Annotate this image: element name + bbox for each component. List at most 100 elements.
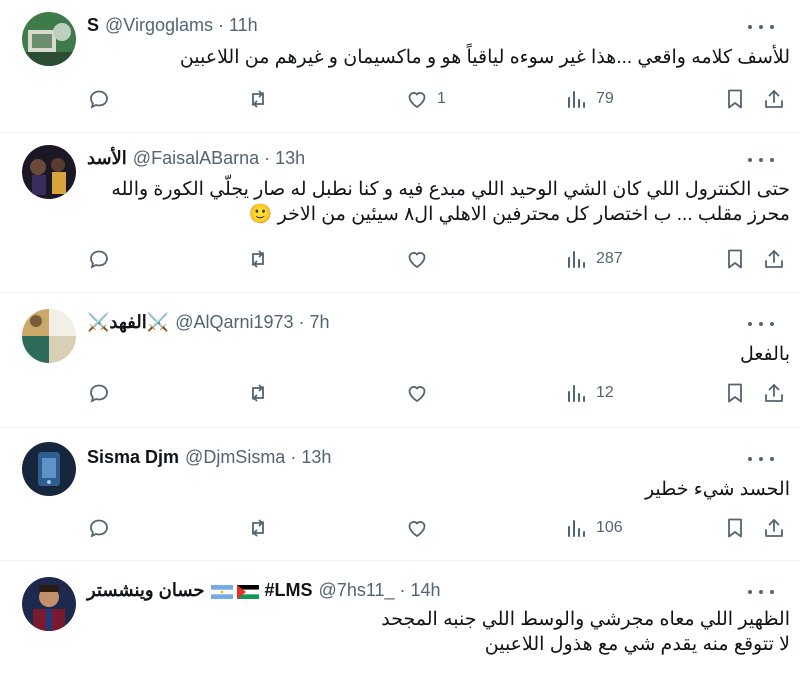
- display-name[interactable]: ⚔️الفهد⚔️: [87, 312, 169, 333]
- tweet-text-line: للأسف كلامه واقعي ...هذا غير سوءه لياقيا…: [179, 47, 790, 68]
- views-icon: [568, 520, 585, 537]
- reply-button[interactable]: [87, 247, 111, 271]
- share-icon: [765, 90, 783, 108]
- reply-button[interactable]: [87, 381, 111, 405]
- more-icon[interactable]: [748, 314, 774, 334]
- argentina-flag-icon: [210, 583, 233, 599]
- view-count: 12: [596, 384, 614, 401]
- more-icon[interactable]: [748, 582, 774, 602]
- avatar[interactable]: [22, 12, 76, 66]
- like-count: 1: [437, 90, 446, 107]
- retweet-button[interactable]: [246, 247, 270, 271]
- bookmark-icon: [728, 89, 742, 109]
- separator-dot: ·: [264, 147, 271, 168]
- display-name[interactable]: الأسد: [87, 148, 127, 169]
- tweet[interactable]: حسان وينشستر #LMS @7hs11_ · 14h الظهير ا…: [0, 561, 800, 675]
- retweet-button[interactable]: [246, 87, 270, 111]
- tweet[interactable]: S @Virgoglams · 11h للأسف كلامه واقعي ..…: [0, 0, 800, 133]
- tweet-text: حتى الكنترول اللي كان الشي الوحيد اللي م…: [100, 177, 790, 227]
- palestine-flag-icon: [236, 583, 259, 599]
- timestamp[interactable]: 11h: [229, 15, 258, 36]
- tweet-text-line: الحسد شيء خطير: [644, 479, 790, 500]
- bookmark-button[interactable]: [723, 87, 747, 111]
- retweet-icon: [252, 519, 264, 537]
- views-icon: [568, 251, 585, 268]
- bookmark-button[interactable]: [723, 381, 747, 405]
- user-handle[interactable]: @FaisalABarna: [133, 148, 259, 169]
- share-icon: [765, 519, 783, 537]
- user-handle[interactable]: @DjmSisma: [185, 447, 285, 468]
- like-button[interactable]: [405, 381, 429, 405]
- like-button[interactable]: [405, 516, 429, 540]
- tweet-actions: 287: [0, 247, 800, 277]
- share-button[interactable]: [762, 516, 786, 540]
- user-handle[interactable]: @Virgoglams: [105, 15, 213, 36]
- timestamp[interactable]: 13h: [275, 148, 305, 169]
- separator-dot: ·: [218, 14, 224, 35]
- tweet-header: الأسد @FaisalABarna · 13h: [87, 146, 740, 170]
- tweet-header: S @Virgoglams · 11h: [87, 13, 740, 37]
- display-name-hashtag[interactable]: #LMS: [265, 580, 313, 601]
- timestamp[interactable]: 7h: [310, 312, 330, 333]
- display-name[interactable]: S: [87, 15, 99, 36]
- share-icon: [765, 384, 783, 402]
- reply-button[interactable]: [87, 516, 111, 540]
- reply-icon: [90, 384, 108, 403]
- share-button[interactable]: [762, 247, 786, 271]
- more-icon[interactable]: [748, 17, 774, 37]
- separator-dot: ·: [290, 446, 297, 467]
- reply-icon: [90, 90, 108, 109]
- tweet-text-line: حتى الكنترول اللي كان الشي الوحيد اللي م…: [111, 179, 790, 200]
- views-button[interactable]: 12: [564, 381, 614, 405]
- views-icon: [568, 385, 585, 402]
- bookmark-icon: [728, 249, 742, 269]
- tweet-text-line: الظهير اللي معاه مجرشي والوسط اللي جنبه …: [381, 609, 790, 630]
- avatar[interactable]: [22, 442, 76, 496]
- tweet-text-line: محرز مقلب ... ب اختصار كل محترفين الاهلي…: [248, 204, 790, 225]
- like-button[interactable]: 1: [405, 87, 446, 111]
- user-handle[interactable]: @7hs11_: [319, 580, 395, 601]
- separator-dot: ·: [399, 579, 406, 600]
- view-count: 79: [596, 90, 614, 107]
- user-handle[interactable]: @AlQarni1973: [175, 312, 293, 333]
- like-icon: [408, 252, 426, 269]
- views-button[interactable]: 287: [564, 247, 623, 271]
- display-name[interactable]: حسان وينشستر: [87, 580, 205, 601]
- views-icon: [568, 91, 585, 108]
- avatar[interactable]: [22, 309, 76, 363]
- retweet-icon: [252, 250, 264, 268]
- bookmark-button[interactable]: [723, 516, 747, 540]
- tweet-actions: 106: [0, 516, 800, 546]
- retweet-icon: [252, 384, 264, 402]
- share-button[interactable]: [762, 381, 786, 405]
- more-icon[interactable]: [748, 150, 774, 170]
- bookmark-button[interactable]: [723, 247, 747, 271]
- views-button[interactable]: 106: [564, 516, 623, 540]
- tweet-actions: 12: [0, 381, 800, 411]
- share-button[interactable]: [762, 87, 786, 111]
- reply-icon: [90, 250, 108, 269]
- reply-icon: [90, 519, 108, 538]
- like-icon: [408, 92, 426, 109]
- separator-dot: ·: [298, 311, 305, 332]
- more-icon[interactable]: [748, 449, 774, 469]
- views-button[interactable]: 79: [564, 87, 614, 111]
- avatar[interactable]: [22, 577, 76, 631]
- display-name[interactable]: Sisma Djm: [87, 447, 179, 468]
- tweet[interactable]: ⚔️الفهد⚔️ @AlQarni1973 · 7h بالفعل 12: [0, 293, 800, 428]
- like-button[interactable]: [405, 247, 429, 271]
- bookmark-icon: [728, 518, 742, 538]
- timestamp[interactable]: 13h: [301, 447, 331, 468]
- avatar[interactable]: [22, 145, 76, 199]
- view-count: 287: [596, 250, 623, 267]
- tweet-header: حسان وينشستر #LMS @7hs11_ · 14h: [87, 578, 740, 602]
- tweet-text-line: لا تتوقع منه يقدم شي مع هذول اللاعبين: [484, 634, 790, 655]
- reply-button[interactable]: [87, 87, 111, 111]
- retweet-button[interactable]: [246, 381, 270, 405]
- tweet-text: للأسف كلامه واقعي ...هذا غير سوءه لياقيا…: [100, 45, 790, 70]
- tweet-header: ⚔️الفهد⚔️ @AlQarni1973 · 7h: [87, 310, 740, 334]
- tweet[interactable]: الأسد @FaisalABarna · 13h حتى الكنترول ا…: [0, 133, 800, 293]
- retweet-button[interactable]: [246, 516, 270, 540]
- tweet[interactable]: Sisma Djm @DjmSisma · 13h الحسد شيء خطير…: [0, 428, 800, 561]
- timestamp[interactable]: 14h: [411, 580, 441, 601]
